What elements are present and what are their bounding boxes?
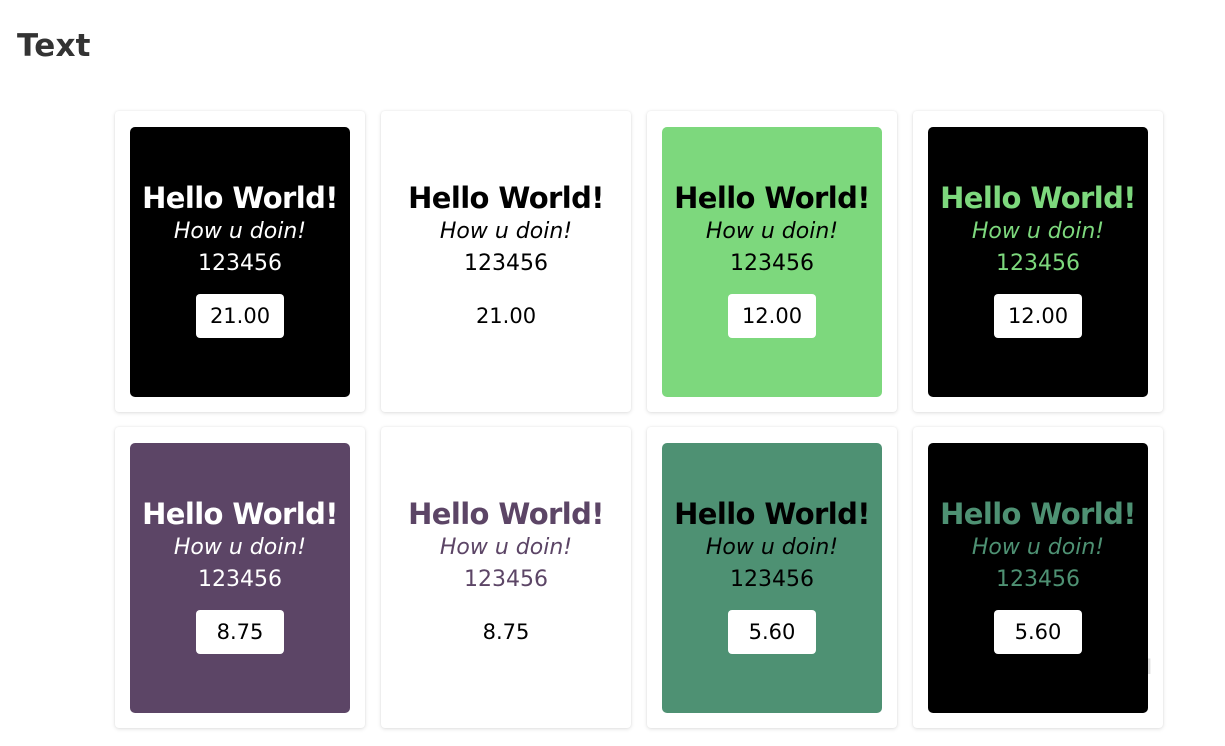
color-swatch: Hello World! How u doin! 123456 8.75 bbox=[396, 443, 616, 713]
number-text: 123456 bbox=[996, 251, 1080, 276]
number-text: 123456 bbox=[464, 251, 548, 276]
hello-heading: Hello World! bbox=[674, 497, 870, 531]
price-badge: 5.60 bbox=[994, 610, 1082, 654]
italic-subtitle: How u doin! bbox=[971, 535, 1105, 560]
number-text: 123456 bbox=[198, 567, 282, 592]
italic-subtitle: How u doin! bbox=[705, 219, 839, 244]
hello-heading: Hello World! bbox=[674, 181, 870, 215]
italic-subtitle: How u doin! bbox=[173, 219, 307, 244]
text-card: Hello World! How u doin! 123456 8.75 bbox=[115, 427, 365, 728]
italic-subtitle: How u doin! bbox=[705, 535, 839, 560]
text-card: Hello World! How u doin! 123456 21.00 bbox=[115, 111, 365, 412]
text-card: Hello World! How u doin! 123456 8.75 bbox=[381, 427, 631, 728]
number-text: 123456 bbox=[730, 251, 814, 276]
hello-heading: Hello World! bbox=[408, 181, 604, 215]
price-badge: 8.75 bbox=[196, 610, 284, 654]
text-card: Hello World! How u doin! 123456 12.00 bbox=[913, 111, 1163, 412]
italic-subtitle: How u doin! bbox=[439, 535, 573, 560]
text-card: Hello World! How u doin! 123456 5.60 bbox=[913, 427, 1163, 728]
color-swatch: Hello World! How u doin! 123456 12.00 bbox=[928, 127, 1148, 397]
page: Text Hello World! How u doin! 123456 21.… bbox=[0, 0, 1225, 746]
italic-subtitle: How u doin! bbox=[971, 219, 1105, 244]
color-swatch: Hello World! How u doin! 123456 21.00 bbox=[130, 127, 350, 397]
price-badge: 12.00 bbox=[994, 294, 1082, 338]
page-title: Text bbox=[17, 28, 91, 64]
price-badge: 21.00 bbox=[196, 294, 284, 338]
color-swatch: Hello World! How u doin! 123456 8.75 bbox=[130, 443, 350, 713]
price-badge: 8.75 bbox=[462, 610, 550, 654]
hello-heading: Hello World! bbox=[142, 181, 338, 215]
color-swatch: Hello World! How u doin! 123456 5.60 bbox=[928, 443, 1148, 713]
hello-heading: Hello World! bbox=[940, 497, 1136, 531]
number-text: 123456 bbox=[464, 567, 548, 592]
text-card: Hello World! How u doin! 123456 5.60 bbox=[647, 427, 897, 728]
italic-subtitle: How u doin! bbox=[439, 219, 573, 244]
price-badge: 5.60 bbox=[728, 610, 816, 654]
price-badge: 21.00 bbox=[462, 294, 550, 338]
price-badge: 12.00 bbox=[728, 294, 816, 338]
italic-subtitle: How u doin! bbox=[173, 535, 307, 560]
color-swatch: Hello World! How u doin! 123456 12.00 bbox=[662, 127, 882, 397]
hello-heading: Hello World! bbox=[142, 497, 338, 531]
number-text: 123456 bbox=[198, 251, 282, 276]
color-swatch: Hello World! How u doin! 123456 5.60 bbox=[662, 443, 882, 713]
hello-heading: Hello World! bbox=[408, 497, 604, 531]
text-card: Hello World! How u doin! 123456 21.00 bbox=[381, 111, 631, 412]
text-card: Hello World! How u doin! 123456 12.00 bbox=[647, 111, 897, 412]
number-text: 123456 bbox=[996, 567, 1080, 592]
hello-heading: Hello World! bbox=[940, 181, 1136, 215]
color-swatch: Hello World! How u doin! 123456 21.00 bbox=[396, 127, 616, 397]
card-grid: Hello World! How u doin! 123456 21.00 He… bbox=[115, 111, 1163, 728]
number-text: 123456 bbox=[730, 567, 814, 592]
